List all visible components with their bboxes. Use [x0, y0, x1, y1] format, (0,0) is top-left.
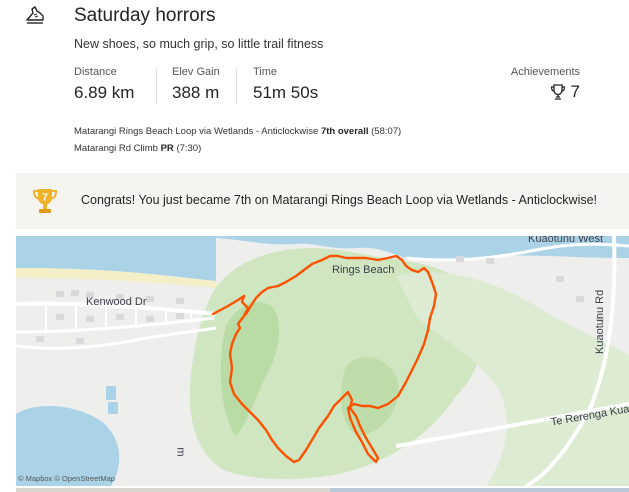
- trophy-rank-number: 7: [42, 193, 48, 204]
- segment-time: (58:07): [371, 126, 402, 137]
- segment-rank: 7th overall: [320, 126, 369, 137]
- stat-distance-label: Distance: [74, 66, 117, 78]
- stat-elevation-label: Elev Gain: [172, 66, 220, 78]
- stat-divider: [236, 68, 237, 104]
- segment-row[interactable]: Matarangi Rd Climb PR (7:30): [74, 140, 401, 157]
- trophy-icon: [550, 84, 565, 100]
- hiking-shoe-icon: [26, 6, 44, 24]
- segment-name: Matarangi Rings Beach Loop via Wetlands …: [74, 126, 319, 137]
- stat-distance-value: 6.89 km: [74, 83, 135, 102]
- stat-divider: [156, 68, 157, 104]
- stat-time: Time 51m 50s: [253, 66, 318, 103]
- segment-rank: PR: [160, 143, 174, 154]
- gold-trophy-icon: 7: [32, 189, 58, 213]
- achievement-banner: 7 Congrats! You just became 7th on Matar…: [16, 173, 629, 229]
- stat-elevation: Elev Gain 388 m: [172, 66, 220, 103]
- map-label-kuaotunu-west: Kuaotunu West: [528, 236, 604, 245]
- segment-time: (7:30): [176, 143, 202, 154]
- stat-distance: Distance 6.89 km: [74, 66, 134, 103]
- map-label-kenwood: Kenwood Dr: [86, 296, 147, 308]
- map-label-fragment: m: [174, 447, 187, 457]
- stat-time-label: Time: [253, 66, 278, 78]
- banner-text: Congrats! You just became 7th on Mataran…: [81, 193, 598, 207]
- map-label-rings-beach: Rings Beach: [332, 264, 395, 276]
- stat-time-value: 51m 50s: [253, 83, 319, 102]
- activity-description: New shoes, so much grip, so little trail…: [74, 37, 324, 51]
- activity-title[interactable]: Saturday horrors: [74, 5, 216, 27]
- achievements-count: 7: [570, 82, 580, 101]
- map-label-kuaotunu-rd: Kuaotunu Rd: [594, 289, 606, 354]
- route-map[interactable]: Kenwood Dr Rings Beach Kuaotunu West Kua…: [16, 236, 629, 486]
- map-attribution[interactable]: © Mapbox © OpenStreetMap: [18, 474, 115, 483]
- stat-elevation-value: 388 m: [172, 83, 220, 102]
- activity-header: Saturday horrors New shoes, so much grip…: [0, 0, 629, 170]
- segment-name: Matarangi Rd Climb: [74, 143, 158, 154]
- achievements[interactable]: Achievements 7: [511, 66, 580, 102]
- segment-row[interactable]: Matarangi Rings Beach Loop via Wetlands …: [74, 123, 401, 140]
- photo-strip-right[interactable]: [330, 488, 629, 492]
- segment-list: Matarangi Rings Beach Loop via Wetlands …: [74, 123, 401, 157]
- achievements-label: Achievements: [510, 66, 580, 78]
- map-canvas: [16, 236, 629, 486]
